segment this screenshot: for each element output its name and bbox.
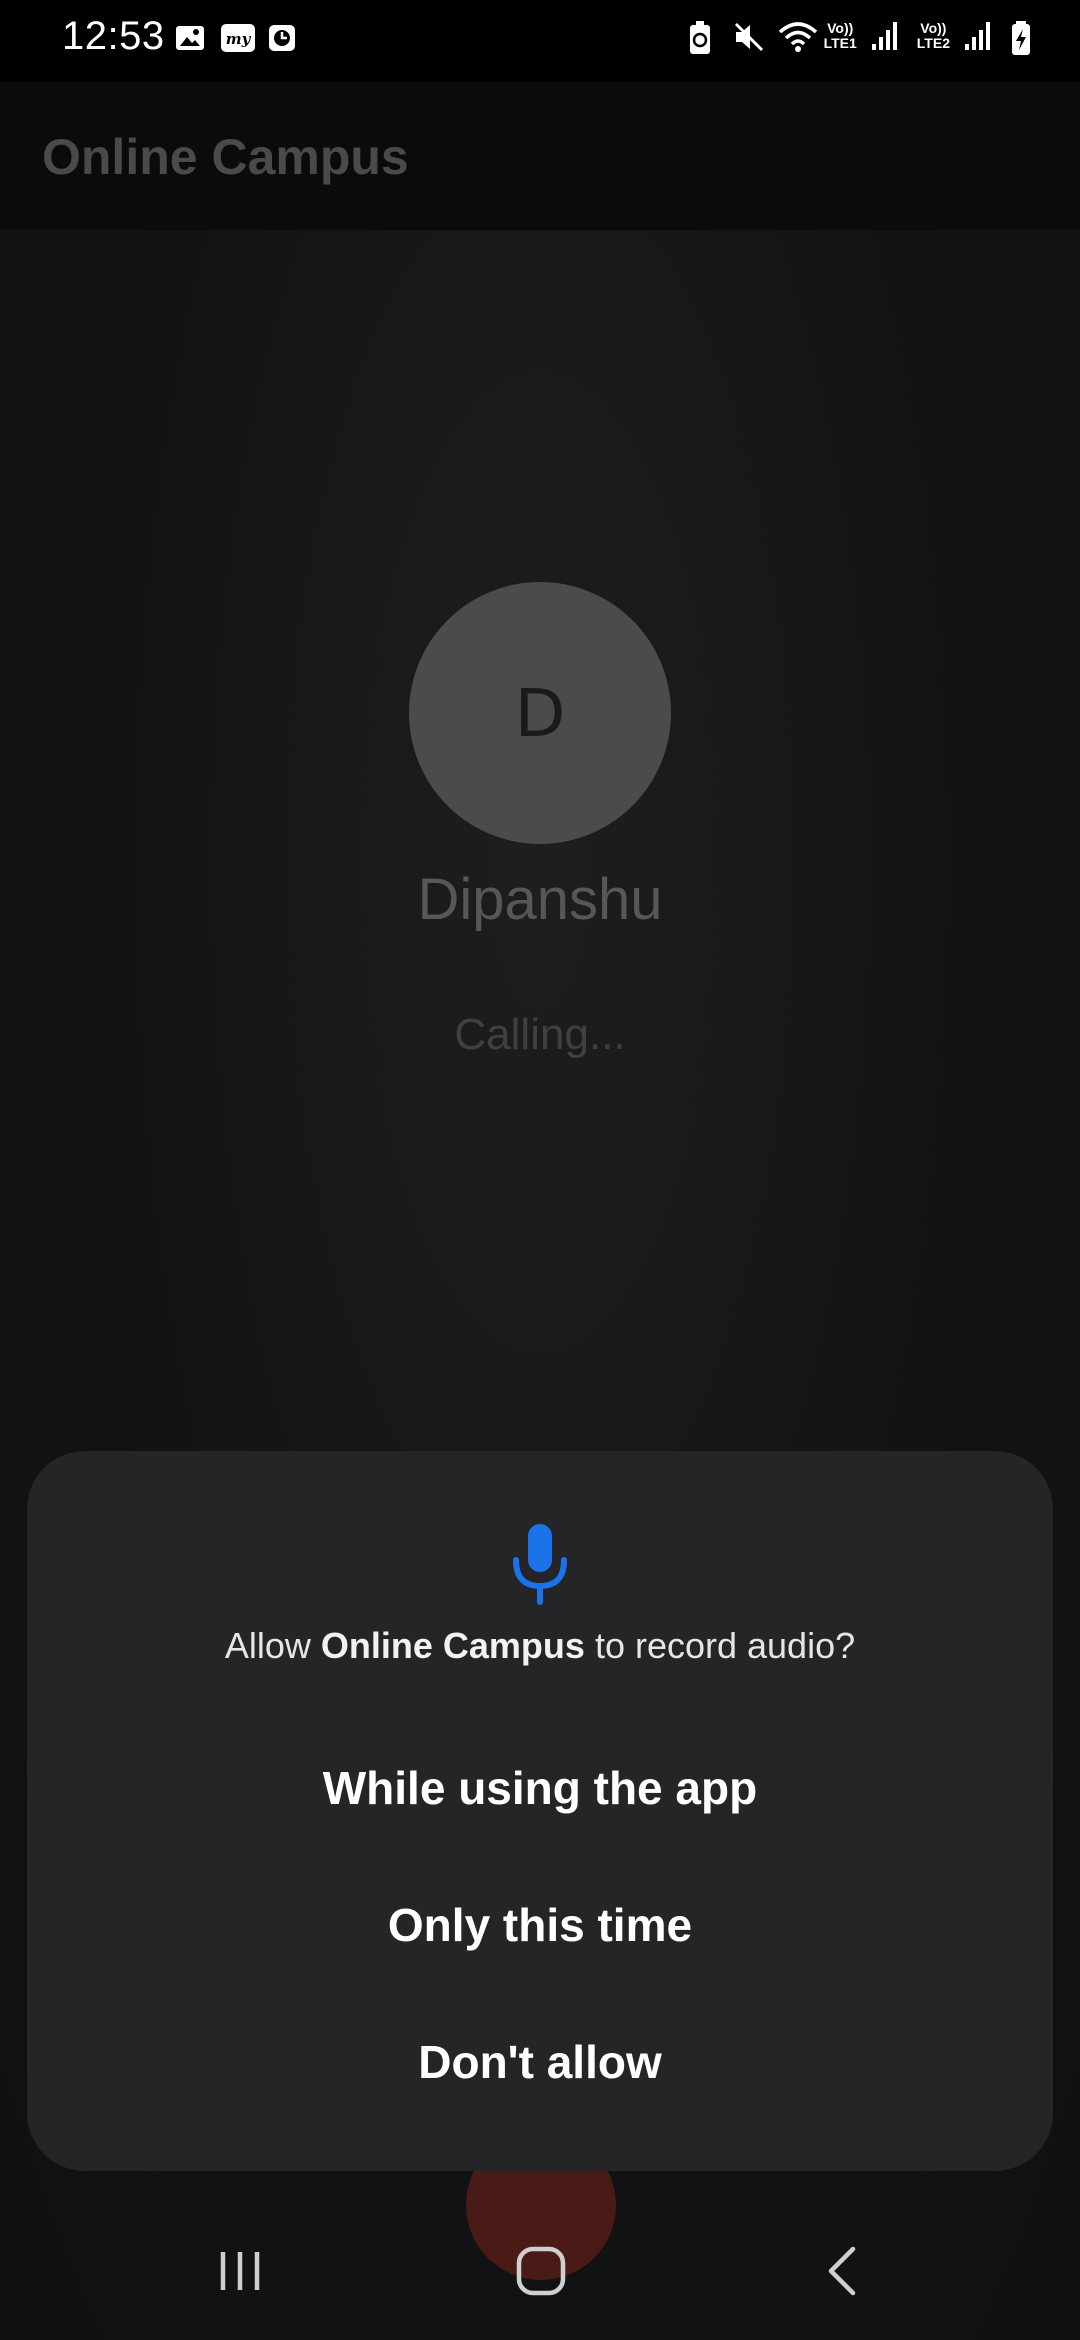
back-icon[interactable] xyxy=(808,2236,878,2306)
screen: 12:53 my Vo)) LTE1 Vo)) LTE2 Online Camp… xyxy=(0,0,1080,2340)
sim1-volte: Vo)) xyxy=(827,20,854,36)
status-time: 12:53 xyxy=(62,14,165,58)
while-using-app-button[interactable]: While using the app xyxy=(27,1761,1053,1815)
question-suffix: to record audio? xyxy=(584,1625,856,1666)
sim1-lte: LTE1 xyxy=(823,35,857,51)
battery-charging-icon xyxy=(1010,20,1042,55)
caller-name: Dipanshu xyxy=(417,867,663,932)
call-status: Calling... xyxy=(454,1010,626,1059)
permission-question: Allow Online Campus to record audio? xyxy=(27,1625,1053,1667)
avatar-letter: D xyxy=(514,674,566,752)
notification-icons: my xyxy=(174,22,298,54)
mute-icon xyxy=(732,20,764,52)
recents-icon[interactable] xyxy=(205,2236,275,2306)
avatar: D xyxy=(409,582,671,844)
clock-app-icon xyxy=(266,22,298,54)
myntra-icon: my xyxy=(220,22,255,54)
svg-text:my: my xyxy=(226,30,252,48)
navigation-bar xyxy=(0,2200,1080,2340)
only-this-time-button[interactable]: Only this time xyxy=(27,1898,1053,1952)
signal-sim2-icon xyxy=(964,20,996,52)
microphone-icon xyxy=(510,1522,570,1606)
system-icons: Vo)) LTE1 Vo)) LTE2 xyxy=(686,20,1042,55)
home-icon[interactable] xyxy=(506,2236,576,2306)
battery-saver-icon xyxy=(686,20,718,54)
sim2-volte: Vo)) xyxy=(920,20,947,36)
sim1-label: Vo)) LTE1 xyxy=(824,21,857,51)
app-title: Online Campus xyxy=(42,129,409,185)
question-prefix: Allow xyxy=(224,1625,321,1666)
sim2-label: Vo)) LTE2 xyxy=(917,21,950,51)
sim2-lte: LTE2 xyxy=(916,35,950,51)
app-bar: Online Campus xyxy=(0,82,1080,230)
wifi-icon xyxy=(778,20,817,52)
dont-allow-button[interactable]: Don't allow xyxy=(27,2035,1053,2089)
gallery-icon xyxy=(174,22,206,54)
permission-dialog: Allow Online Campus to record audio? Whi… xyxy=(27,1451,1053,2171)
status-bar: 12:53 my Vo)) LTE1 Vo)) LTE2 xyxy=(0,0,1080,82)
question-app-name: Online Campus xyxy=(320,1625,585,1666)
signal-sim1-icon xyxy=(871,20,903,52)
